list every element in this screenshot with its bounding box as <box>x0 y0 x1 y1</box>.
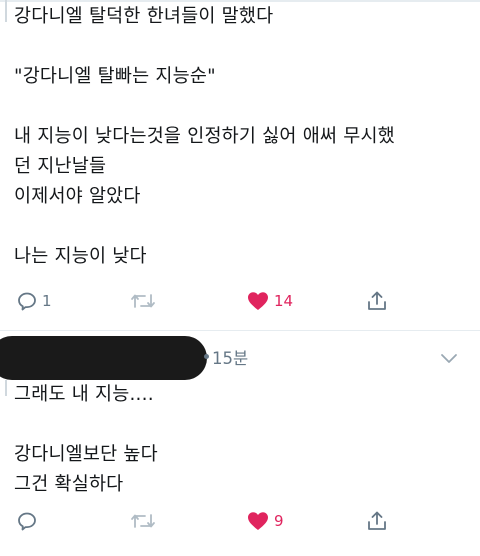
retweet-icon <box>131 514 155 528</box>
thread-line <box>5 380 7 396</box>
separator-dot <box>204 354 209 359</box>
tweet-divider <box>0 330 480 331</box>
tweet-menu-button[interactable] <box>440 350 458 369</box>
share-button[interactable] <box>366 286 388 316</box>
tweet-actions: 1 14 <box>0 286 480 316</box>
heart-icon <box>248 512 268 530</box>
reply-button[interactable] <box>16 506 42 536</box>
retweet-button[interactable] <box>130 286 160 316</box>
reply-icon <box>18 292 36 311</box>
heart-icon <box>248 292 268 310</box>
reply-icon <box>18 512 36 531</box>
like-count: 9 <box>274 512 284 530</box>
like-button[interactable]: 14 <box>246 286 293 316</box>
like-count: 14 <box>274 292 294 310</box>
share-icon <box>368 291 386 310</box>
tweet-text: 그래도 내 지능.... 강다니엘보단 높다 그건 확실하다 <box>14 384 158 495</box>
reply-button[interactable]: 1 <box>16 286 52 316</box>
share-button[interactable] <box>366 506 388 536</box>
chevron-down-icon <box>441 354 457 363</box>
tweet-text: 강다니엘 탈덕한 한녀들이 말했다 "강다니엘 탈빠는 지능순" 내 지능이 낮… <box>14 6 395 267</box>
like-button[interactable]: 9 <box>246 506 284 536</box>
retweet-button[interactable] <box>130 506 160 536</box>
redacted-username <box>0 336 207 380</box>
reply-count: 1 <box>42 292 52 310</box>
retweet-icon <box>131 294 155 308</box>
thread-line <box>5 0 7 22</box>
share-icon <box>368 511 386 530</box>
tweet-time[interactable]: 15분 <box>212 345 248 369</box>
tweet-actions: 9 <box>0 506 480 536</box>
